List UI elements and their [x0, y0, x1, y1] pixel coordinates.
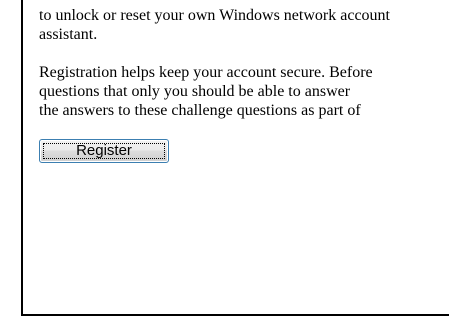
intro-paragraph: to unlock or reset your own Windows netw… — [39, 6, 449, 44]
registration-content: to unlock or reset your own Windows netw… — [39, 6, 449, 163]
register-button-container: Register — [39, 139, 449, 163]
register-button-label: Register — [76, 142, 132, 159]
registration-line-3: the answers to these challenge questions… — [39, 102, 361, 119]
registration-line-2: questions that only you should be able t… — [39, 83, 351, 100]
content-frame: to unlock or reset your own Windows netw… — [21, 0, 449, 316]
registration-paragraph: Registration helps keep your account sec… — [39, 63, 449, 120]
intro-line-2: assistant. — [39, 26, 98, 43]
register-button[interactable]: Register — [39, 139, 169, 163]
registration-line-1: Registration helps keep your account sec… — [39, 64, 373, 81]
intro-line-1: to unlock or reset your own Windows netw… — [39, 7, 390, 24]
